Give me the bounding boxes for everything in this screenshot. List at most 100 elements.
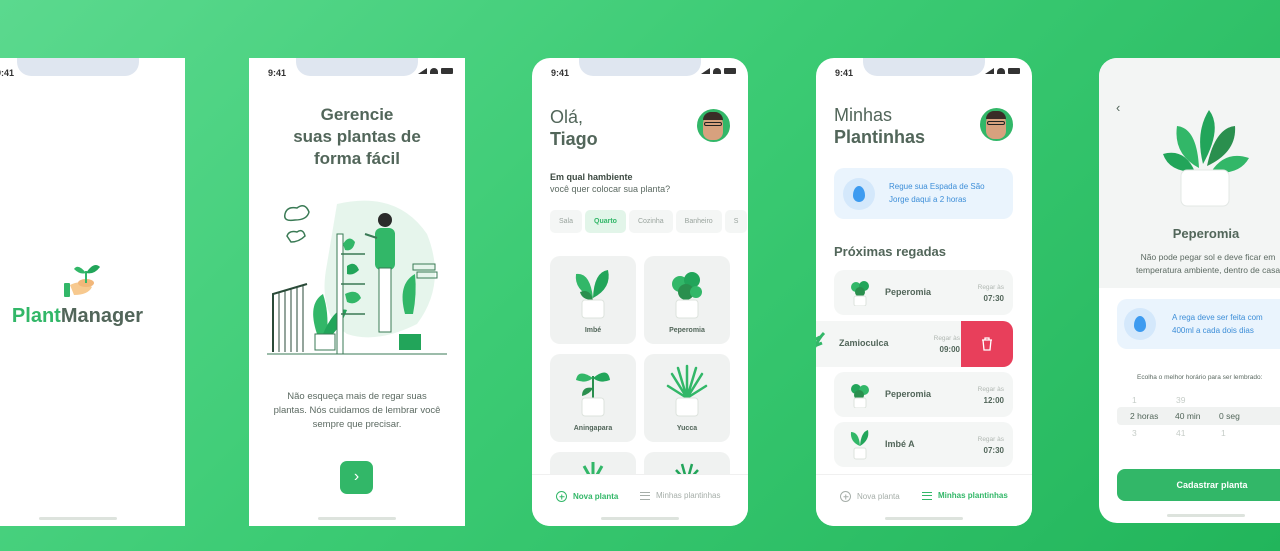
add-circle-icon <box>556 491 567 502</box>
tab-my-plants[interactable]: Minhas plantinhas <box>922 491 1008 500</box>
watering-time: Regar às 07:30 <box>978 282 1004 304</box>
home-indicator <box>885 517 963 520</box>
watering-row[interactable]: Peperomia Regar às 07:30 <box>834 270 1013 315</box>
avatar[interactable] <box>697 109 730 142</box>
title-line: suas plantas de <box>293 127 421 146</box>
tab-label: Nova planta <box>573 492 619 501</box>
watering-time: Regar às 12:00 <box>978 384 1004 406</box>
plant-peperomia-icon <box>851 384 869 408</box>
title-line: Gerencie <box>320 105 394 124</box>
environment-question: Em qual hambiente você quer colocar sua … <box>550 171 670 195</box>
row-body: Zamioculca Regar às 09:00 <box>816 321 969 367</box>
watering-row[interactable]: Peperomia Regar às 12:00 <box>834 372 1013 417</box>
status-icons <box>701 68 736 74</box>
save-plant-button[interactable]: Cadastrar planta <box>1117 469 1280 501</box>
plant-select-screen: 9:41 Olá, Tiago Em qual hambiente você q… <box>532 58 748 526</box>
tab-new-plant[interactable]: Nova planta <box>556 491 618 502</box>
time-picker-label: Ecolha o melhor horário para ser lembrad… <box>1137 374 1263 381</box>
tab-label: Minhas plantinhas <box>656 491 721 500</box>
chip-banheiro[interactable]: Banheiro <box>675 210 722 233</box>
avatar-hair <box>703 112 723 120</box>
environment-chips: Sala Quarto Cozinha Banheiro S <box>550 210 748 233</box>
add-circle-icon <box>840 491 851 502</box>
chevron-left-icon: ‹ <box>1116 100 1121 115</box>
wifi-icon <box>997 68 1005 74</box>
avatar[interactable] <box>980 108 1013 141</box>
plant-aningapara-icon <box>576 372 610 417</box>
drop-circle <box>843 178 875 210</box>
description-line: plantas. Nós cuidamos de lembrar você <box>273 405 441 416</box>
tip-line: 400ml a cada dois dias <box>1172 326 1254 335</box>
status-icons <box>418 68 453 74</box>
trash-icon <box>982 337 992 351</box>
greeting-text: Olá, <box>550 107 584 127</box>
plant-card-peperomia[interactable]: Peperomia <box>644 256 730 344</box>
plant-description: Não pode pegar sol e deve ficar em tempe… <box>1113 251 1280 277</box>
plant-name: Imbé A <box>885 439 915 449</box>
greeting: Olá, Tiago <box>550 106 598 150</box>
water-label: Regar às <box>933 335 960 342</box>
notch <box>579 58 701 76</box>
watering-time: Regar às 09:00 <box>934 333 960 355</box>
water-drop-icon <box>1134 316 1146 332</box>
picker-row-selected: 2 horas 40 min 0 seg <box>1117 407 1280 425</box>
water-label: Regar às <box>977 436 1004 443</box>
chip-partial[interactable]: S <box>724 210 748 233</box>
plant-name: Peperomia <box>885 287 932 297</box>
avatar-hair <box>986 111 1006 119</box>
wifi-icon <box>430 68 438 74</box>
my-plants-screen: 9:41 Minhas Plantinhas Regue sua Espada … <box>816 58 1032 526</box>
tab-my-plants[interactable]: Minhas plantinhas <box>640 491 720 500</box>
app-logo: PlantManager <box>0 253 185 328</box>
watering-time: Regar às 07:30 <box>978 434 1004 456</box>
title-line: forma fácil <box>314 149 400 168</box>
next-button[interactable]: › <box>340 461 373 494</box>
plant-card-aningapara[interactable]: Aningapara <box>550 354 636 442</box>
list-icon <box>640 491 650 500</box>
battery-icon <box>441 68 453 74</box>
plant-name: Peperomia <box>669 327 705 334</box>
gardening-illustration <box>267 200 447 355</box>
splash-screen: 9:41 PlantManager <box>0 58 185 526</box>
plant-card-imbe[interactable]: Imbé <box>550 256 636 344</box>
watering-row-swiped[interactable]: Zamioculca Regar às 09:00 <box>816 321 1013 367</box>
watering-row[interactable]: Imbé A Regar às 07:30 <box>834 422 1013 467</box>
app-name-part1: Plant <box>11 305 61 327</box>
picker-seconds: 1 <box>1221 428 1226 438</box>
plant-imbe-icon <box>575 270 609 319</box>
status-icons <box>985 68 1020 74</box>
plant-name: Peperomia <box>885 389 932 399</box>
status-time: 9:41 <box>835 68 854 78</box>
picker-minutes: 41 <box>1176 428 1186 438</box>
tip-line: A rega deve ser feita com <box>1172 313 1263 322</box>
picker-hours: 1 <box>1132 395 1137 405</box>
chip-quarto[interactable]: Quarto <box>585 210 626 233</box>
plant-name: Yucca <box>676 425 698 432</box>
plant-zamioculca-icon <box>816 331 826 348</box>
notch <box>16 58 139 76</box>
plant-card-yucca[interactable]: Yucca <box>644 354 730 442</box>
back-button[interactable]: ‹ <box>1116 100 1120 115</box>
plant-detail-screen: 9:41 ‹ Peperomia Não pode pegar sol e de… <box>1099 58 1280 523</box>
plant-peperomia-large-icon <box>1163 110 1249 207</box>
description-line: Não pode pegar sol e deve ficar em <box>1140 252 1276 262</box>
section-title: Próximas regadas <box>834 244 947 259</box>
delete-button[interactable] <box>961 321 1013 367</box>
tip-text: Regue sua Espada de São Jorge daqui a 2 … <box>889 180 985 206</box>
description-line: temperatura ambiente, dentro de casa <box>1135 265 1280 275</box>
tab-new-plant[interactable]: Nova planta <box>840 491 900 502</box>
water-tip-card: Regue sua Espada de São Jorge daqui a 2 … <box>834 168 1013 219</box>
wifi-icon <box>713 68 721 74</box>
plant-peperomia-icon <box>851 281 869 306</box>
status-time: 9:41 <box>268 68 287 78</box>
chip-cozinha[interactable]: Cozinha <box>628 210 673 233</box>
avatar-glasses <box>987 121 1005 125</box>
picker-seconds: 0 seg <box>1219 411 1240 421</box>
chip-sala[interactable]: Sala <box>550 210 583 233</box>
question-title: Em qual hambiente <box>550 172 633 182</box>
picker-hours: 3 <box>1132 428 1137 438</box>
user-name: Tiago <box>550 129 598 149</box>
tip-line: Regue sua Espada de São <box>889 182 985 191</box>
plant-yucca-icon <box>666 364 708 417</box>
plant-peperomia-icon <box>672 272 702 319</box>
